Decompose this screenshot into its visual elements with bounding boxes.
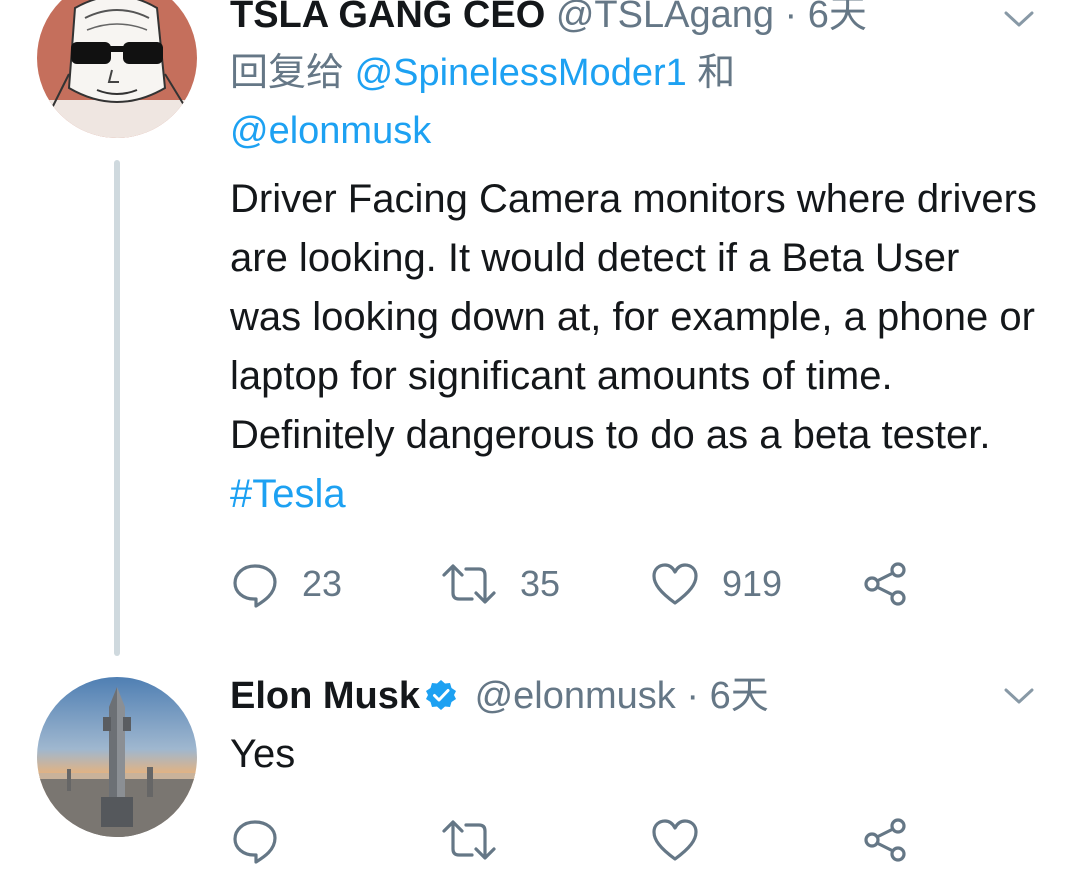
like-count: 919	[722, 563, 783, 604]
like-button[interactable]	[650, 815, 860, 865]
tweet[interactable]: TSLA GANG CEO @TSLAgang · 6天 回复给 @Spinel…	[0, 0, 1080, 656]
retweet-icon	[442, 564, 496, 604]
mention-link[interactable]: @SpinelessModer1	[355, 52, 687, 94]
reply-button[interactable]: 23	[230, 559, 440, 609]
hashtag-link[interactable]: #Tesla	[230, 472, 346, 516]
user-handle[interactable]: @elonmusk	[475, 675, 676, 717]
avatar-meme-face-image	[37, 0, 197, 138]
share-icon	[864, 562, 906, 606]
retweet-icon	[442, 820, 496, 860]
timestamp[interactable]: 6天	[710, 675, 769, 717]
timestamp[interactable]: 6天	[808, 0, 867, 36]
comment-bubble-icon	[233, 564, 277, 608]
display-name[interactable]: Elon Musk	[230, 675, 420, 717]
share-icon	[864, 818, 906, 862]
like-button[interactable]: 919	[650, 559, 860, 609]
mention-link[interactable]: @elonmusk	[230, 110, 431, 152]
retweet-count: 35	[520, 563, 561, 604]
action-bar	[230, 810, 1040, 870]
retweet-button[interactable]: 35	[440, 559, 650, 609]
user-handle[interactable]: @TSLAgang	[556, 0, 774, 36]
reply-context: 回复给 @SpinelessModer1 和 @elonmusk	[230, 44, 1040, 160]
retweet-button[interactable]	[440, 815, 650, 865]
verified-badge-icon	[424, 677, 458, 719]
avatar[interactable]	[37, 677, 197, 837]
reply-prefix: 回复给	[230, 52, 355, 94]
display-name[interactable]: TSLA GANG CEO	[230, 0, 545, 36]
separator-dot: ·	[773, 0, 808, 36]
tweet[interactable]: Elon Musk @elonmusk · 6天 Yes	[0, 665, 1080, 865]
action-bar: 23 35 919	[230, 554, 1040, 614]
tweet-body: Yes	[230, 732, 296, 776]
avatar[interactable]	[37, 0, 197, 138]
heart-icon	[652, 819, 698, 861]
reply-and: 和	[686, 52, 736, 94]
tweet-header: TSLA GANG CEO @TSLAgang · 6天	[230, 0, 1040, 38]
avatar-starship-image	[37, 677, 197, 837]
tweet-text: Yes	[230, 725, 1040, 784]
thread-line	[114, 160, 120, 656]
heart-icon	[652, 563, 698, 605]
tweet-body: Driver Facing Camera monitors where driv…	[230, 177, 1037, 457]
comment-bubble-icon	[233, 820, 277, 864]
reply-count: 23	[302, 563, 343, 604]
share-button[interactable]	[860, 815, 910, 865]
tweet-text: Driver Facing Camera monitors where driv…	[230, 170, 1040, 524]
separator-dot: ·	[675, 675, 710, 717]
share-button[interactable]	[860, 559, 910, 609]
reply-button[interactable]	[230, 815, 440, 865]
tweet-header: Elon Musk @elonmusk · 6天	[230, 673, 1040, 719]
